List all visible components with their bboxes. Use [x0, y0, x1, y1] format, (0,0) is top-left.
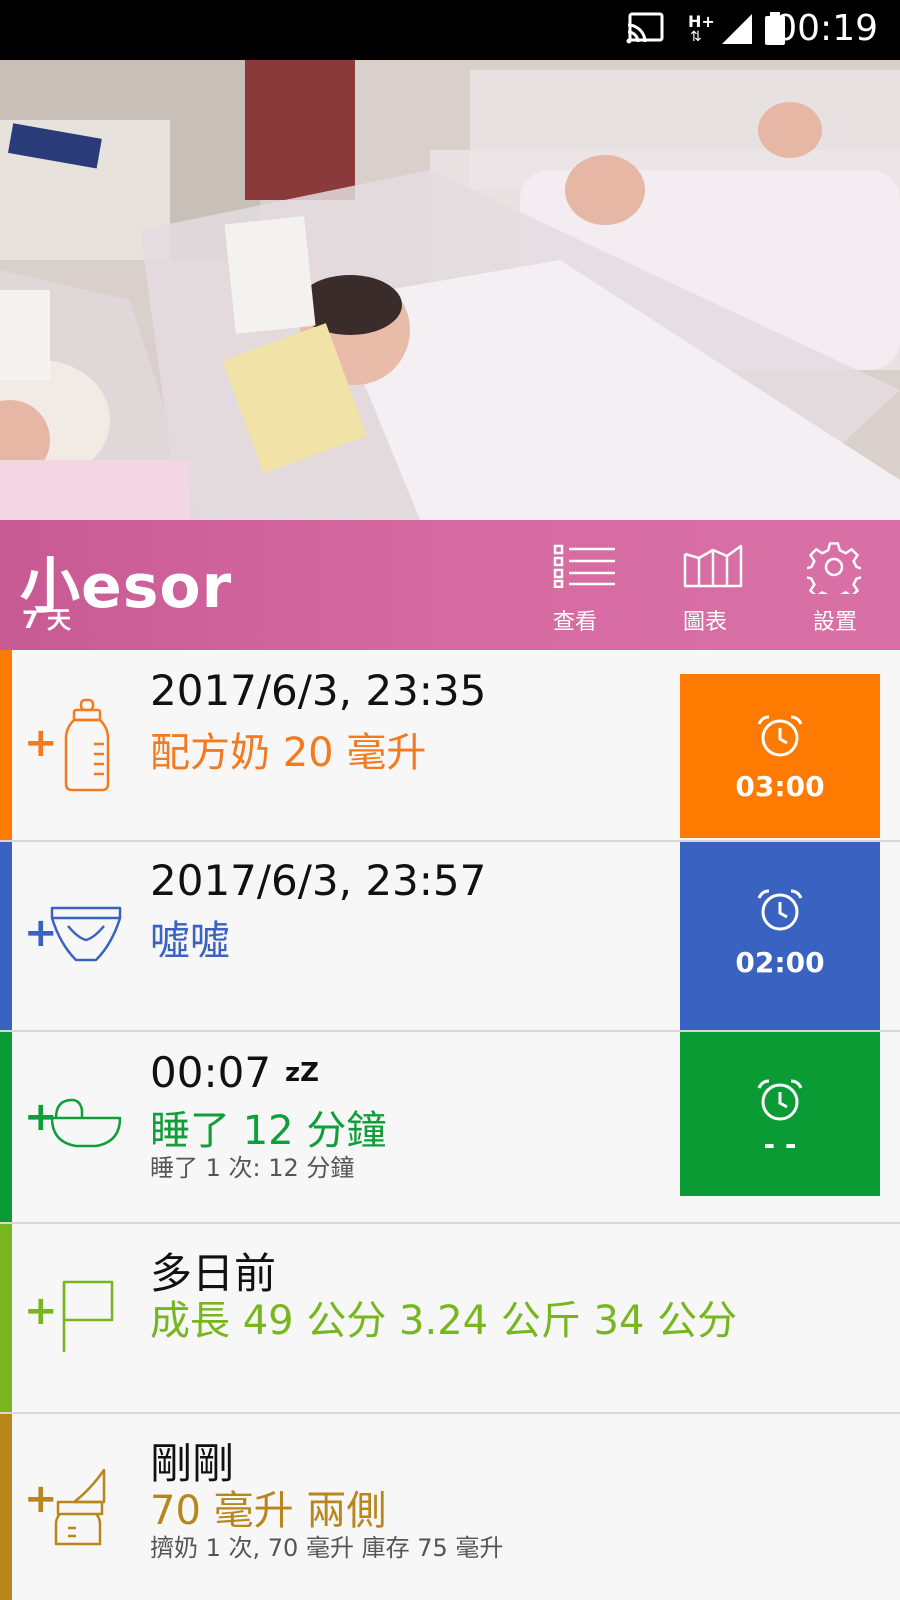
cast-icon [626, 12, 664, 44]
baby-photo[interactable] [0, 60, 900, 520]
status-clock: 00:19 [774, 8, 878, 49]
view-button[interactable]: 查看 [525, 544, 625, 640]
entry-diaper[interactable]: + 2017/6/3, 23:57 噓噓 02:00 [0, 842, 900, 1032]
entry-color-stripe [0, 1032, 12, 1222]
chart-button[interactable]: 圖表 [655, 544, 755, 640]
alarm-button[interactable]: - - [680, 1032, 880, 1196]
breast-pump-icon[interactable] [54, 1468, 114, 1548]
entry-color-stripe [0, 650, 12, 840]
add-formula-button[interactable]: + [24, 720, 58, 766]
status-bar: H+ ⇅ 00:19 [0, 0, 900, 60]
network-arrows-icon: ⇅ [690, 29, 702, 45]
entry-color-stripe [0, 1224, 12, 1412]
signal-icon [722, 14, 752, 44]
alarm-clock-icon [757, 1079, 803, 1121]
alarm-time: 03:00 [735, 770, 825, 803]
entry-sleep[interactable]: + 00:07 zZ 睡了 12 分鐘 睡了 1 次: 12 分鐘 - - [0, 1032, 900, 1224]
entry-time: 2017/6/3, 23:57 [150, 856, 487, 905]
chart-icon [683, 544, 743, 588]
alarm-clock-icon [757, 715, 803, 757]
diaper-icon[interactable] [50, 904, 122, 964]
entry-growth[interactable]: + 多日前 成長 49 公分 3.24 公斤 34 公分 [0, 1224, 900, 1414]
gear-icon [807, 542, 861, 594]
chart-button-label: 圖表 [682, 610, 727, 635]
baby-header: 小esor 7 天 查看 圖表 設置 [0, 520, 900, 650]
crib-icon[interactable] [50, 1094, 122, 1148]
entry-color-stripe [0, 1414, 12, 1600]
flag-icon[interactable] [60, 1280, 116, 1354]
add-growth-button[interactable]: + [24, 1288, 58, 1334]
alarm-time: 02:00 [735, 946, 825, 979]
entry-summary: 擠奶 1 次, 70 毫升 庫存 75 毫升 [150, 1534, 504, 1562]
alarm-button[interactable]: 02:00 [680, 842, 880, 1030]
entry-time-text: 00:07 [150, 1048, 272, 1097]
entry-summary: 睡了 1 次: 12 分鐘 [150, 1154, 355, 1182]
sleep-zz-icon: zZ [285, 1058, 320, 1088]
entry-detail: 成長 49 公分 3.24 公斤 34 公分 [150, 1298, 738, 1344]
bottle-icon[interactable] [64, 698, 110, 792]
alarm-clock-icon [757, 889, 803, 931]
entry-formula[interactable]: + 2017/6/3, 23:35 配方奶 20 毫升 03:00 [0, 650, 900, 842]
entry-time: 00:07 zZ [150, 1048, 319, 1097]
entry-color-stripe [0, 842, 12, 1030]
settings-button[interactable]: 設置 [785, 542, 885, 640]
entry-time: 2017/6/3, 23:35 [150, 666, 487, 715]
view-button-label: 查看 [552, 610, 597, 635]
alarm-button[interactable]: 03:00 [680, 674, 880, 838]
baby-age: 7 天 [22, 606, 72, 634]
entry-detail: 配方奶 20 毫升 [150, 730, 427, 776]
settings-button-label: 設置 [812, 610, 857, 635]
entry-pumping[interactable]: + 剛剛 70 毫升 兩側 擠奶 1 次, 70 毫升 庫存 75 毫升 [0, 1414, 900, 1600]
list-icon [553, 544, 615, 588]
entry-detail: 噓噓 [150, 918, 230, 964]
alarm-time: - - [763, 1128, 797, 1161]
add-pumping-button[interactable]: + [24, 1476, 58, 1522]
